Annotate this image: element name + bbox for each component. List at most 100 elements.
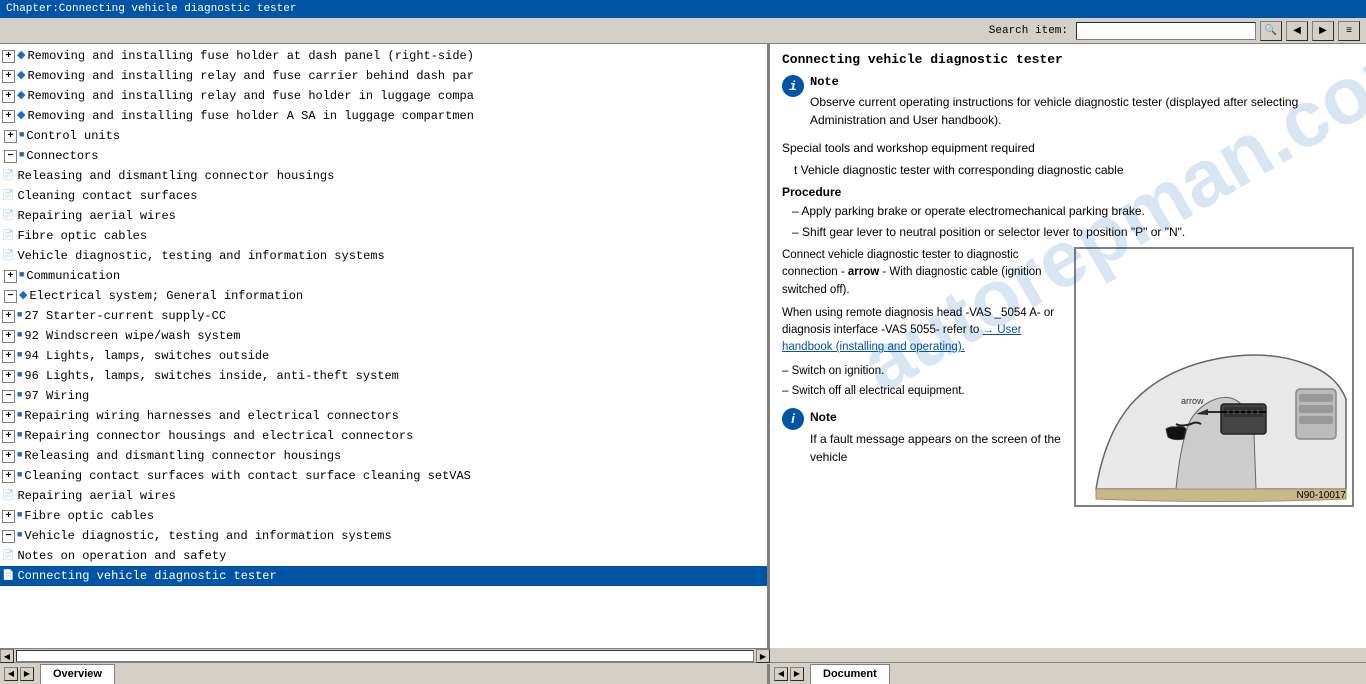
- list-item[interactable]: 📄 Cleaning contact surfaces: [0, 186, 767, 206]
- square-icon: ■: [17, 309, 22, 323]
- scroll-left-btn[interactable]: ◀: [0, 649, 14, 663]
- square-icon: ■: [19, 129, 24, 143]
- search-label: Search item:: [989, 25, 1068, 37]
- bottom-scroll-area: ◀ ▶: [0, 648, 770, 662]
- expand-icon[interactable]: +: [2, 70, 15, 83]
- square-icon: ■: [17, 389, 22, 403]
- list-item[interactable]: 📄 Releasing and dismantling connector ho…: [0, 166, 767, 186]
- list-item[interactable]: − ■ Connectors: [0, 146, 767, 166]
- list-item[interactable]: + ■ Communication: [0, 266, 767, 286]
- doc-icon: 📄: [2, 229, 14, 244]
- doc-icon: 📄: [2, 189, 14, 204]
- svg-text:arrow: arrow: [1181, 396, 1204, 406]
- note-label-2: Note: [810, 408, 1066, 426]
- nav-arrows: ◀ ▶: [4, 667, 34, 681]
- scroll-right-btn[interactable]: ▶: [756, 649, 770, 663]
- document-tab[interactable]: Document: [810, 664, 890, 684]
- doc-icon: 📄: [2, 549, 14, 564]
- list-item[interactable]: + ■ 94 Lights, lamps, switches outside: [0, 346, 767, 366]
- list-item[interactable]: + ◆ Removing and installing relay and fu…: [0, 86, 767, 106]
- expand-icon[interactable]: +: [2, 310, 15, 323]
- status-bar-inner: ◀ ▶ Overview ◀ ▶ Document: [0, 664, 1366, 684]
- expand-icon[interactable]: +: [4, 130, 17, 143]
- expand-icon[interactable]: +: [2, 450, 15, 463]
- note-text-1: Observe current operating instructions f…: [810, 93, 1354, 129]
- nav-right-btn[interactable]: ▶: [20, 667, 34, 681]
- expand-icon[interactable]: −: [2, 530, 15, 543]
- toolbar: Search item: 🔍 ◀ ▶ ≡: [0, 18, 1366, 44]
- search-prev-btn[interactable]: ◀: [1286, 21, 1308, 41]
- list-item[interactable]: + ■ Repairing wiring harnesses and elect…: [0, 406, 767, 426]
- list-item[interactable]: + ■ 96 Lights, lamps, switches inside, a…: [0, 366, 767, 386]
- menu-btn[interactable]: ≡: [1338, 21, 1360, 41]
- list-item[interactable]: + ■ 27 Starter-current supply-CC: [0, 306, 767, 326]
- square-icon: ■: [19, 269, 24, 283]
- expand-icon[interactable]: +: [2, 510, 15, 523]
- list-item[interactable]: + ◆ Removing and installing fuse holder …: [0, 106, 767, 126]
- expand-icon[interactable]: −: [4, 290, 17, 303]
- list-item[interactable]: + ◆ Removing and installing relay and fu…: [0, 66, 767, 86]
- list-item[interactable]: + ■ Releasing and dismantling connector …: [0, 446, 767, 466]
- overview-tab[interactable]: Overview: [40, 664, 115, 684]
- diagram-svg: arrow: [1076, 249, 1354, 507]
- list-item[interactable]: + ◆ Removing and installing fuse holder …: [0, 46, 767, 66]
- list-item[interactable]: + ■ Fibre optic cables: [0, 506, 767, 526]
- right-panel: autorepman.com.tr Connecting vehicle dia…: [770, 44, 1366, 648]
- dash-1: –: [792, 204, 801, 218]
- nav-right-btn-r[interactable]: ▶: [790, 667, 804, 681]
- diamond-icon: ◆: [17, 88, 25, 105]
- procedure-header: Procedure: [782, 185, 1354, 199]
- square-icon: ■: [17, 529, 22, 543]
- expand-icon[interactable]: −: [4, 150, 17, 163]
- list-item[interactable]: + ■ Control units: [0, 126, 767, 146]
- expand-icon[interactable]: −: [2, 390, 15, 403]
- note-box-2: i Note If a fault message appears on the…: [782, 408, 1066, 470]
- diagram-box: arrow N90-10017: [1074, 247, 1354, 507]
- list-item[interactable]: 📄 Notes on operation and safety: [0, 546, 767, 566]
- list-item[interactable]: 📄 Vehicle diagnostic, testing and inform…: [0, 246, 767, 266]
- square-icon: ■: [17, 449, 22, 463]
- nav-left-btn[interactable]: ◀: [4, 667, 18, 681]
- list-item[interactable]: − ■ Vehicle diagnostic, testing and info…: [0, 526, 767, 546]
- expand-icon[interactable]: +: [2, 330, 15, 343]
- square-icon: ■: [17, 369, 22, 383]
- expand-icon[interactable]: +: [2, 470, 15, 483]
- expand-icon[interactable]: +: [2, 110, 15, 123]
- arrow-text: arrow: [848, 266, 879, 278]
- list-item[interactable]: + ■ 92 Windscreen wipe/wash system: [0, 326, 767, 346]
- list-item[interactable]: + ■ Repairing connector housings and ele…: [0, 426, 767, 446]
- search-input[interactable]: [1076, 22, 1256, 40]
- doc-icon: 📄: [2, 489, 14, 504]
- diagram-label: N90-10017: [1297, 490, 1346, 501]
- search-next-btn[interactable]: ▶: [1312, 21, 1334, 41]
- step-2: – Shift gear lever to neutral position o…: [792, 223, 1354, 241]
- expand-icon[interactable]: +: [4, 270, 17, 283]
- list-item[interactable]: − ■ 97 Wiring: [0, 386, 767, 406]
- expand-icon[interactable]: +: [2, 370, 15, 383]
- list-item[interactable]: − ◆ Electrical system; General informati…: [0, 286, 767, 306]
- content-layout: Connect vehicle diagnostic tester to dia…: [782, 247, 1354, 507]
- expand-icon[interactable]: +: [2, 430, 15, 443]
- expand-icon[interactable]: +: [2, 90, 15, 103]
- diamond-icon: ◆: [17, 48, 25, 65]
- nav-left-btn-r[interactable]: ◀: [774, 667, 788, 681]
- list-item[interactable]: 📄 Repairing aerial wires: [0, 486, 767, 506]
- special-tools-item: t Vehicle diagnostic tester with corresp…: [794, 161, 1354, 179]
- note-label-1: Note: [810, 75, 1354, 89]
- dash-2: –: [792, 225, 802, 239]
- expand-icon[interactable]: +: [2, 50, 15, 63]
- status-left: ◀ ▶ Overview: [0, 664, 770, 684]
- switch-on: – Switch on ignition.: [782, 363, 1066, 380]
- list-item[interactable]: 📄 Repairing aerial wires: [0, 206, 767, 226]
- connect-text: Connect vehicle diagnostic tester to dia…: [782, 247, 1066, 299]
- expand-icon[interactable]: +: [2, 410, 15, 423]
- list-item[interactable]: + ■ Cleaning contact surfaces with conta…: [0, 466, 767, 486]
- square-icon: ■: [17, 509, 22, 523]
- special-tools-header: Special tools and workshop equipment req…: [782, 139, 1354, 157]
- square-icon: ■: [19, 149, 24, 163]
- connecting-tester-item[interactable]: 📄 Connecting vehicle diagnostic tester: [0, 566, 767, 586]
- list-item[interactable]: 📄 Fibre optic cables: [0, 226, 767, 246]
- search-icon-btn[interactable]: 🔍: [1260, 21, 1282, 41]
- info-icon-1: i: [782, 75, 804, 97]
- expand-icon[interactable]: +: [2, 350, 15, 363]
